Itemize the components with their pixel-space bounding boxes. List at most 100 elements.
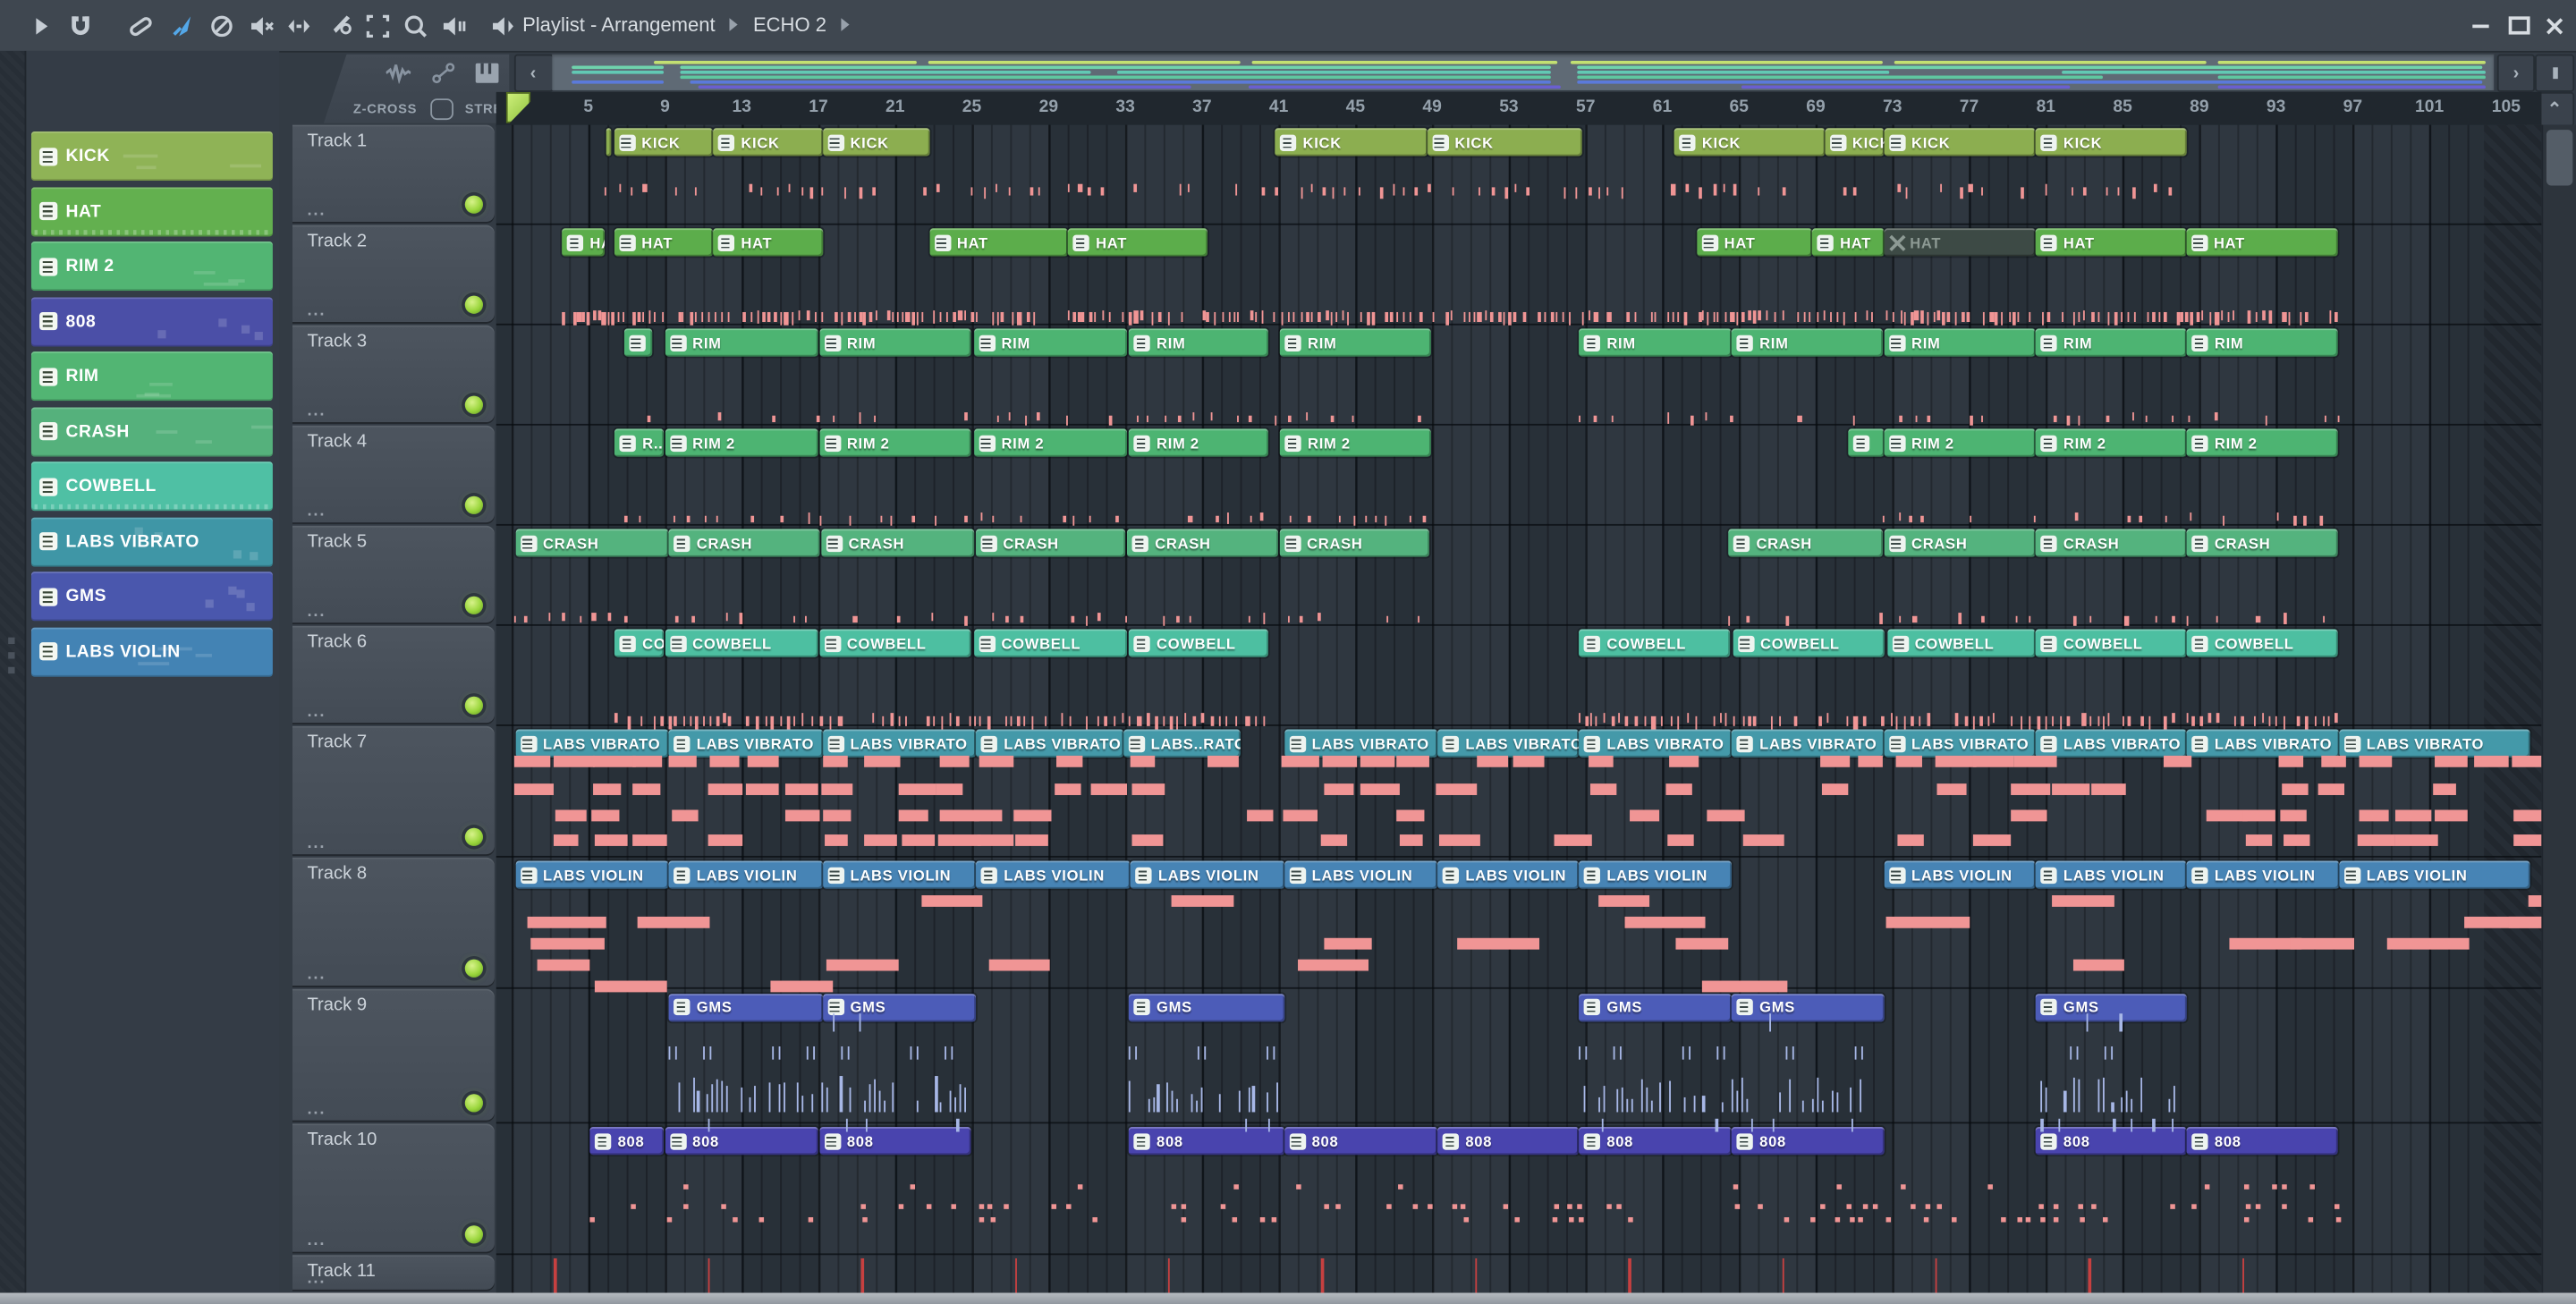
- pattern-clip-kick[interactable]: KICK: [822, 128, 929, 157]
- scroll-right-button[interactable]: ›: [2496, 54, 2536, 92]
- pattern-clip-808[interactable]: 808: [1128, 1126, 1284, 1156]
- pattern-clip-labs-violin[interactable]: LABS VIOLIN: [514, 860, 669, 889]
- track-options-dots[interactable]: ...: [307, 967, 326, 983]
- pattern-clip-kick[interactable]: KICK: [1883, 128, 2036, 157]
- pattern-clip-labs-violin[interactable]: LABS VIOLIN: [2035, 860, 2187, 889]
- track-options-dots[interactable]: ...: [307, 1101, 326, 1117]
- play-arrow-icon[interactable]: [26, 12, 55, 41]
- pattern-clip-808[interactable]: 808: [1731, 1126, 1884, 1156]
- left-dock-rail[interactable]: [0, 50, 27, 1293]
- pattern-clip-rim-2[interactable]: RIM 2: [2035, 428, 2186, 457]
- vertical-scrollbar[interactable]: [2540, 123, 2576, 1293]
- pattern-clip-rim[interactable]: RIM: [2186, 328, 2338, 357]
- track-options-dots[interactable]: ...: [307, 302, 326, 318]
- pattern-clip-hat[interactable]: HAT: [2035, 228, 2186, 257]
- playback-tool-icon[interactable]: [438, 12, 468, 41]
- arrangement-minimap[interactable]: [552, 54, 2495, 90]
- track-header-2[interactable]: Track 2...: [292, 224, 495, 322]
- track-mute-led[interactable]: [464, 294, 483, 313]
- pattern-clip-labs-vibrato[interactable]: LABS VIBRATO: [2035, 729, 2187, 758]
- scroll-up-button[interactable]: ⌃︎: [2535, 91, 2575, 127]
- pattern-clip-labs-vibrato[interactable]: LABS VIBRATO: [1883, 729, 2036, 758]
- z-cross-toggle[interactable]: [430, 98, 453, 121]
- pattern-clip-rim[interactable]: RIM: [1579, 328, 1732, 357]
- track-header-7[interactable]: Track 7...: [292, 724, 495, 854]
- track-header-11[interactable]: Track 11...: [292, 1255, 495, 1290]
- track-mute-led[interactable]: [464, 959, 483, 978]
- pattern-item-cowbell[interactable]: COWBELL: [30, 461, 273, 512]
- pattern-clip[interactable]: [1848, 428, 1884, 457]
- pattern-clip-crash[interactable]: CRASH: [2035, 529, 2186, 557]
- pattern-clip-rim[interactable]: RIM: [1128, 328, 1268, 357]
- pattern-clip-crash[interactable]: CRASH: [2186, 529, 2338, 557]
- pattern-clip-co-[interactable]: CO..: [614, 629, 664, 657]
- pattern-clip-labs-violin[interactable]: LABS VIOLIN: [1883, 860, 2036, 889]
- slide-tool-icon[interactable]: [284, 12, 314, 41]
- track-mute-led[interactable]: [464, 595, 483, 614]
- pattern-clip-kick[interactable]: KICK: [713, 128, 823, 157]
- track-options-dots[interactable]: ...: [307, 834, 326, 851]
- maximize-button[interactable]: [2507, 15, 2530, 37]
- pattern-clip-rim-2[interactable]: RIM 2: [2186, 428, 2338, 457]
- track-mute-led[interactable]: [464, 695, 483, 715]
- track-options-dots[interactable]: ...: [307, 402, 326, 419]
- pattern-item-gms[interactable]: GMS: [30, 572, 273, 622]
- track-options-dots[interactable]: ...: [307, 603, 326, 619]
- pattern-item-rim[interactable]: RIM: [30, 351, 273, 402]
- pattern-clip-labs-vibrato[interactable]: LABS VIBRATO: [976, 729, 1123, 758]
- automation-view-icon[interactable]: [432, 63, 455, 84]
- pattern-clip-kick[interactable]: KICK: [1824, 128, 1884, 157]
- pattern-clip-hat[interactable]: HAT: [562, 228, 604, 257]
- pattern-clip-hat[interactable]: HAT: [928, 228, 1068, 257]
- track-header-6[interactable]: Track 6...: [292, 624, 495, 723]
- track-header-1[interactable]: Track 1...: [292, 123, 495, 222]
- pattern-clip-labs-rato[interactable]: LABS..RATO: [1123, 729, 1240, 758]
- pattern-clip-labs-vibrato[interactable]: LABS VIBRATO: [1284, 729, 1438, 758]
- pattern-clip-hat[interactable]: HAT: [614, 228, 714, 257]
- pattern-clip-crash[interactable]: CRASH: [975, 529, 1126, 557]
- pattern-clip-gms[interactable]: GMS: [2035, 993, 2187, 1021]
- select-tool-icon[interactable]: [363, 12, 393, 41]
- pattern-clip-cowbell[interactable]: COWBELL: [1732, 629, 1885, 657]
- pattern-clip-labs-violin[interactable]: LABS VIOLIN: [1437, 860, 1580, 889]
- pattern-clip-crash[interactable]: CRASH: [1126, 529, 1278, 557]
- pattern-clip-crash[interactable]: CRASH: [668, 529, 819, 557]
- pattern-clip[interactable]: [605, 128, 611, 157]
- track-mute-led[interactable]: [464, 1093, 483, 1112]
- pattern-clip-cowbell[interactable]: COWBELL: [664, 629, 818, 657]
- pattern-clip-808[interactable]: 808: [2186, 1126, 2338, 1156]
- track-mute-led[interactable]: [464, 826, 483, 845]
- pattern-clip-808[interactable]: 808: [1437, 1126, 1580, 1156]
- track-mute-led[interactable]: [464, 495, 483, 513]
- track-header-5[interactable]: Track 5...: [292, 524, 495, 622]
- pattern-clip-gms[interactable]: GMS: [1731, 993, 1884, 1021]
- pattern-item-labs-vibrato[interactable]: LABS VIBRATO: [30, 516, 273, 566]
- timeline-ruler[interactable]: 5 9 13 17 21 25 29 33 37 41 45 49 53 57 61 65 69 73 77 81 85…: [496, 91, 2541, 126]
- pattern-clip-kick[interactable]: KICK: [1674, 128, 1825, 157]
- pattern-clip-labs-vibrato[interactable]: LABS VIBRATO: [668, 729, 823, 758]
- pattern-clip-labs-vibrato[interactable]: LABS VIBRATO: [822, 729, 977, 758]
- pattern-clip-rim[interactable]: RIM: [2035, 328, 2186, 357]
- pattern-clip[interactable]: [623, 328, 652, 357]
- pattern-clip-cowbell[interactable]: COWBELL: [1128, 629, 1268, 657]
- pattern-clip-808[interactable]: 808: [589, 1126, 664, 1156]
- pattern-clip-gms[interactable]: GMS: [822, 993, 977, 1021]
- pattern-item-crash[interactable]: CRASH: [30, 406, 273, 456]
- pattern-clip-rim[interactable]: RIM: [818, 328, 970, 357]
- pattern-clip-kick[interactable]: KICK: [1427, 128, 1581, 157]
- pattern-clip-cowbell[interactable]: COWBELL: [1886, 629, 2035, 657]
- pattern-clip-labs-violin[interactable]: LABS VIOLIN: [2338, 860, 2530, 889]
- pattern-clip-808[interactable]: 808: [664, 1126, 818, 1156]
- pattern-clip-labs-vibrato[interactable]: LABS VIBRATO: [2338, 729, 2530, 758]
- pattern-clip-rim[interactable]: RIM: [1279, 328, 1431, 357]
- pattern-clip-labs-vibrato[interactable]: LABS VIBRATO: [2186, 729, 2339, 758]
- pattern-clip-crash[interactable]: CRASH: [1728, 529, 1883, 557]
- pattern-clip-cowbell[interactable]: COWBELL: [1579, 629, 1730, 657]
- pattern-clip-rim[interactable]: RIM: [1883, 328, 2035, 357]
- pattern-clip-labs-violin[interactable]: LABS VIOLIN: [2186, 860, 2339, 889]
- pattern-clip-rim[interactable]: RIM: [1731, 328, 1883, 357]
- pattern-clip-labs-violin[interactable]: LABS VIOLIN: [1130, 860, 1284, 889]
- pattern-clip-crash[interactable]: CRASH: [1278, 529, 1429, 557]
- pattern-clip-rim-2[interactable]: RIM 2: [1279, 428, 1431, 457]
- pattern-clip-crash[interactable]: CRASH: [820, 529, 974, 557]
